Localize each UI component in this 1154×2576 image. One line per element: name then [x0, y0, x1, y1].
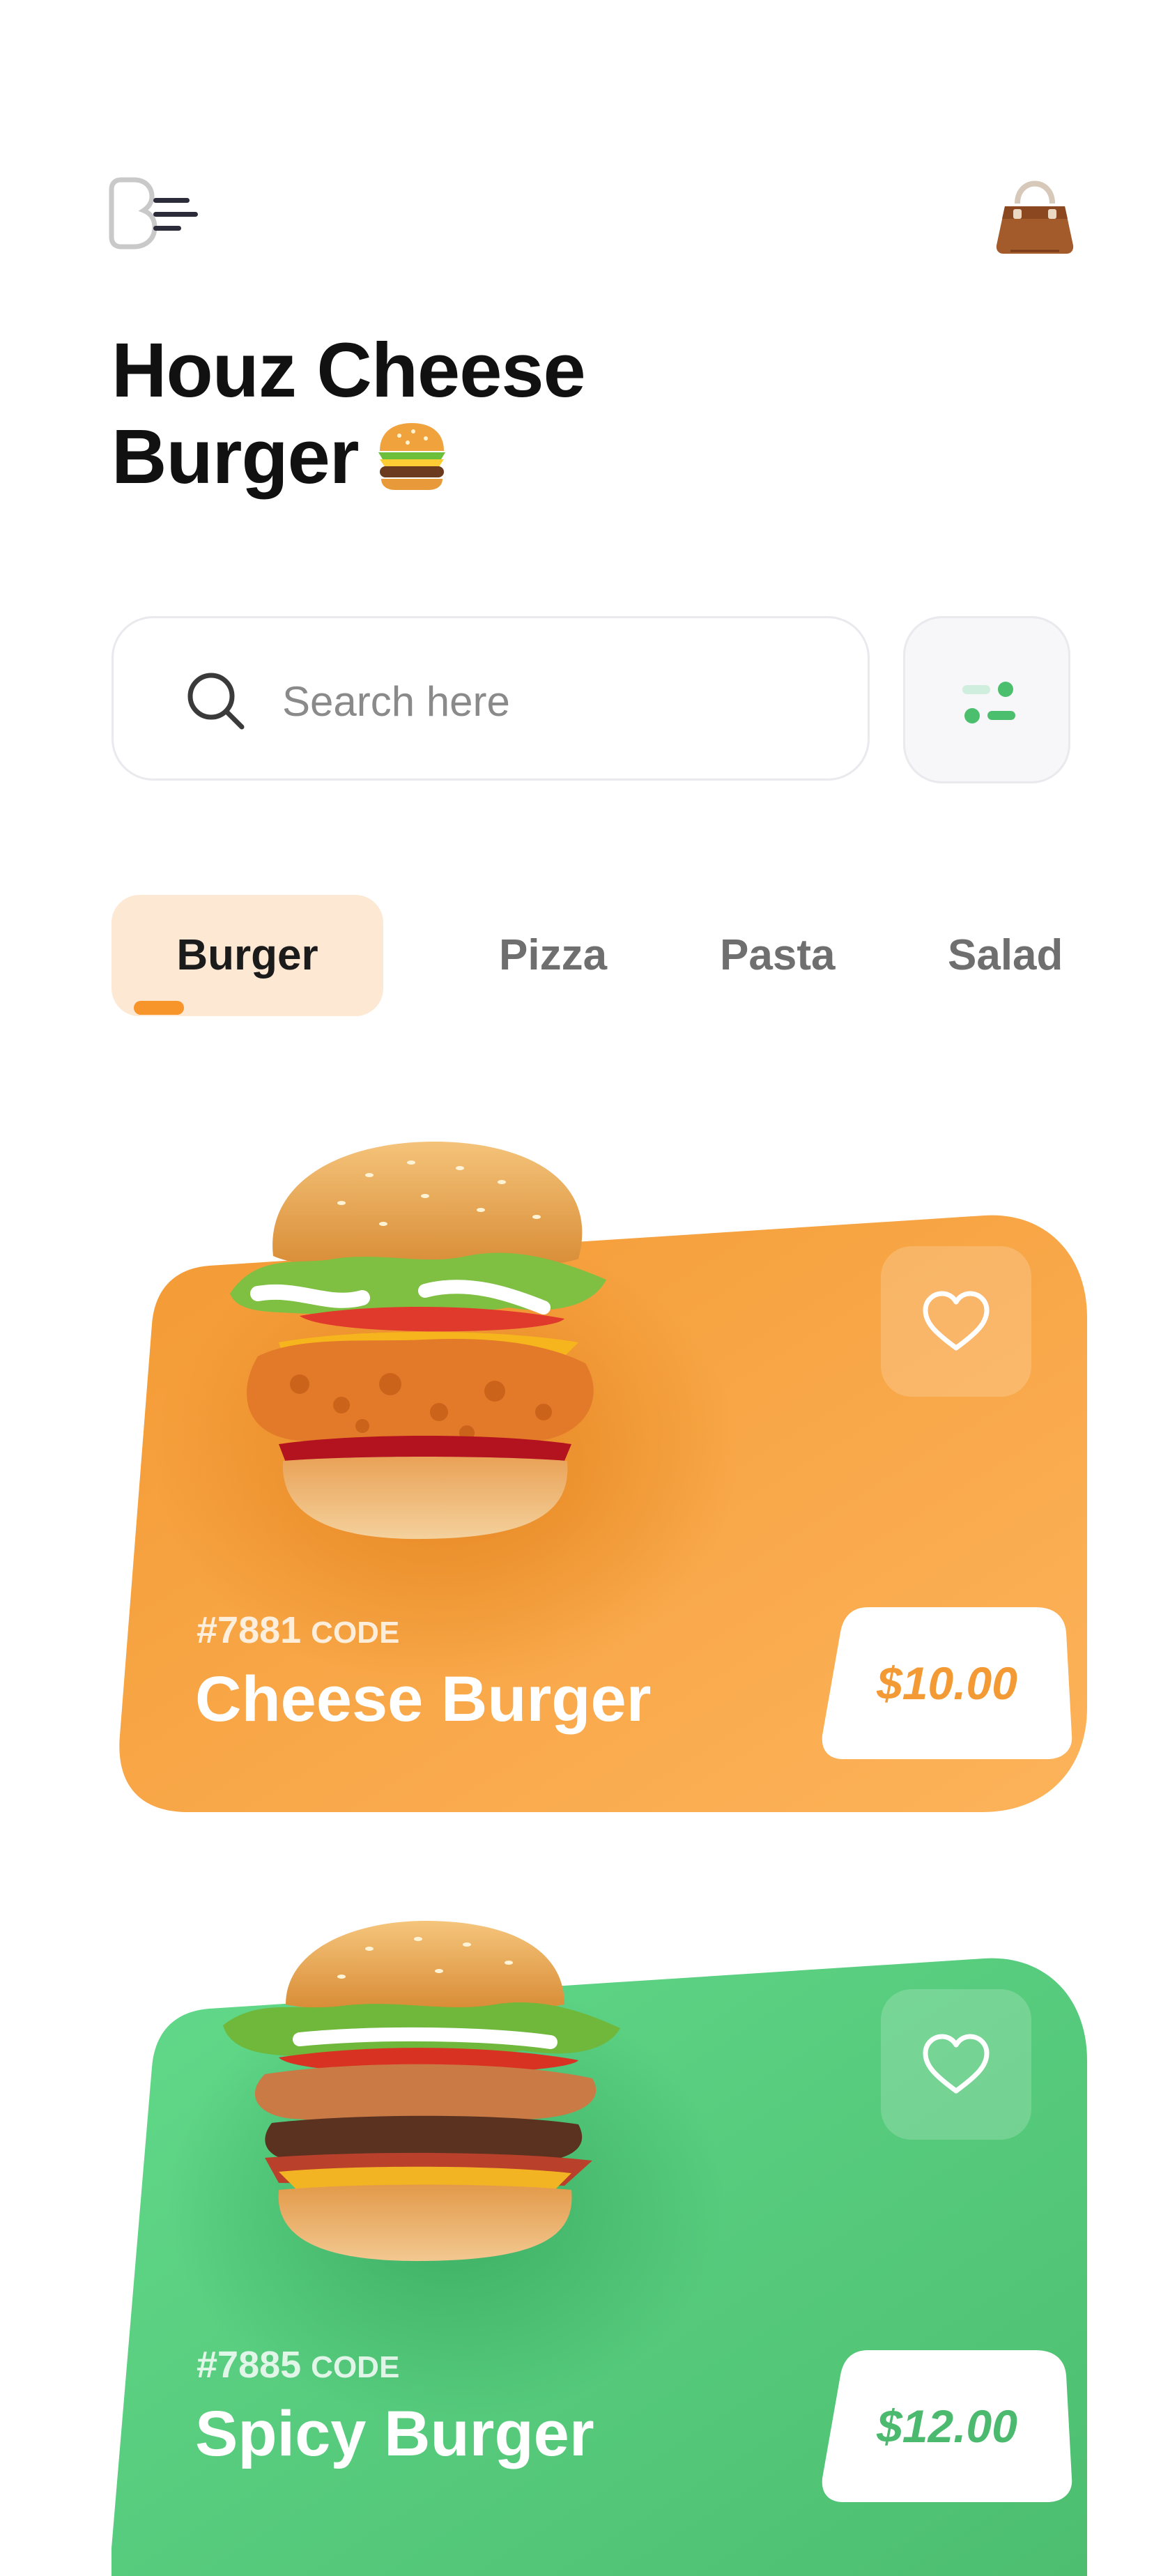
active-tab-indicator — [134, 1001, 184, 1015]
tab-label: Burger — [176, 931, 318, 979]
page-title-line-2: Burger — [111, 414, 360, 500]
search-input[interactable] — [281, 659, 827, 744]
tab-label: Salad — [948, 931, 1063, 979]
product-code: #7881 CODE — [197, 1609, 399, 1652]
price-label: $10.00 — [877, 1657, 1017, 1709]
cheese-burger-image — [230, 1141, 606, 1540]
search-icon — [187, 673, 245, 730]
tab-pasta[interactable]: Pasta — [720, 895, 835, 1016]
spicy-burger-image — [223, 1921, 620, 2262]
page-title: Houz Cheese Burger — [111, 328, 739, 500]
product-name: Spicy Burger — [195, 2398, 594, 2469]
filter-button[interactable] — [903, 616, 1070, 783]
product-code-label: CODE — [311, 1616, 400, 1650]
product-code-number: #7885 — [197, 2344, 302, 2386]
product-card-cheese-burger[interactable]: #7881 CODE Cheese Burger $10.00 — [111, 1141, 1094, 1833]
product-code: #7885 CODE — [197, 2343, 399, 2386]
filter-icon — [962, 682, 1015, 723]
tab-label: Pasta — [720, 931, 836, 979]
brand-menu-logo-icon — [109, 177, 198, 250]
product-code-label: CODE — [311, 2350, 400, 2384]
hamburger-emoji-icon — [374, 417, 449, 493]
product-code-number: #7881 — [197, 1609, 302, 1651]
menu-logo-button[interactable] — [106, 176, 203, 252]
product-name: Cheese Burger — [195, 1664, 652, 1735]
page-title-line-1: Houz Cheese — [111, 328, 586, 413]
cart-button[interactable] — [990, 167, 1080, 258]
product-card-spicy-burger[interactable]: #7885 CODE Spicy Burger $12.00 — [111, 1921, 1094, 2576]
shopping-bag-icon — [996, 181, 1074, 254]
heart-outline-icon — [923, 1291, 990, 1351]
tab-salad[interactable]: Salad — [948, 895, 1063, 1016]
price-button[interactable]: $12.00 — [820, 2347, 1075, 2505]
heart-outline-icon — [923, 2034, 990, 2094]
tab-label: Pizza — [499, 931, 608, 979]
search-bar[interactable] — [111, 616, 870, 781]
tab-pizza[interactable]: Pizza — [499, 895, 607, 1016]
favorite-button[interactable] — [881, 1989, 1031, 2140]
price-label: $12.00 — [877, 2400, 1017, 2452]
favorite-button[interactable] — [881, 1246, 1031, 1397]
tab-burger[interactable]: Burger — [111, 895, 383, 1016]
price-button[interactable]: $10.00 — [820, 1604, 1075, 1762]
